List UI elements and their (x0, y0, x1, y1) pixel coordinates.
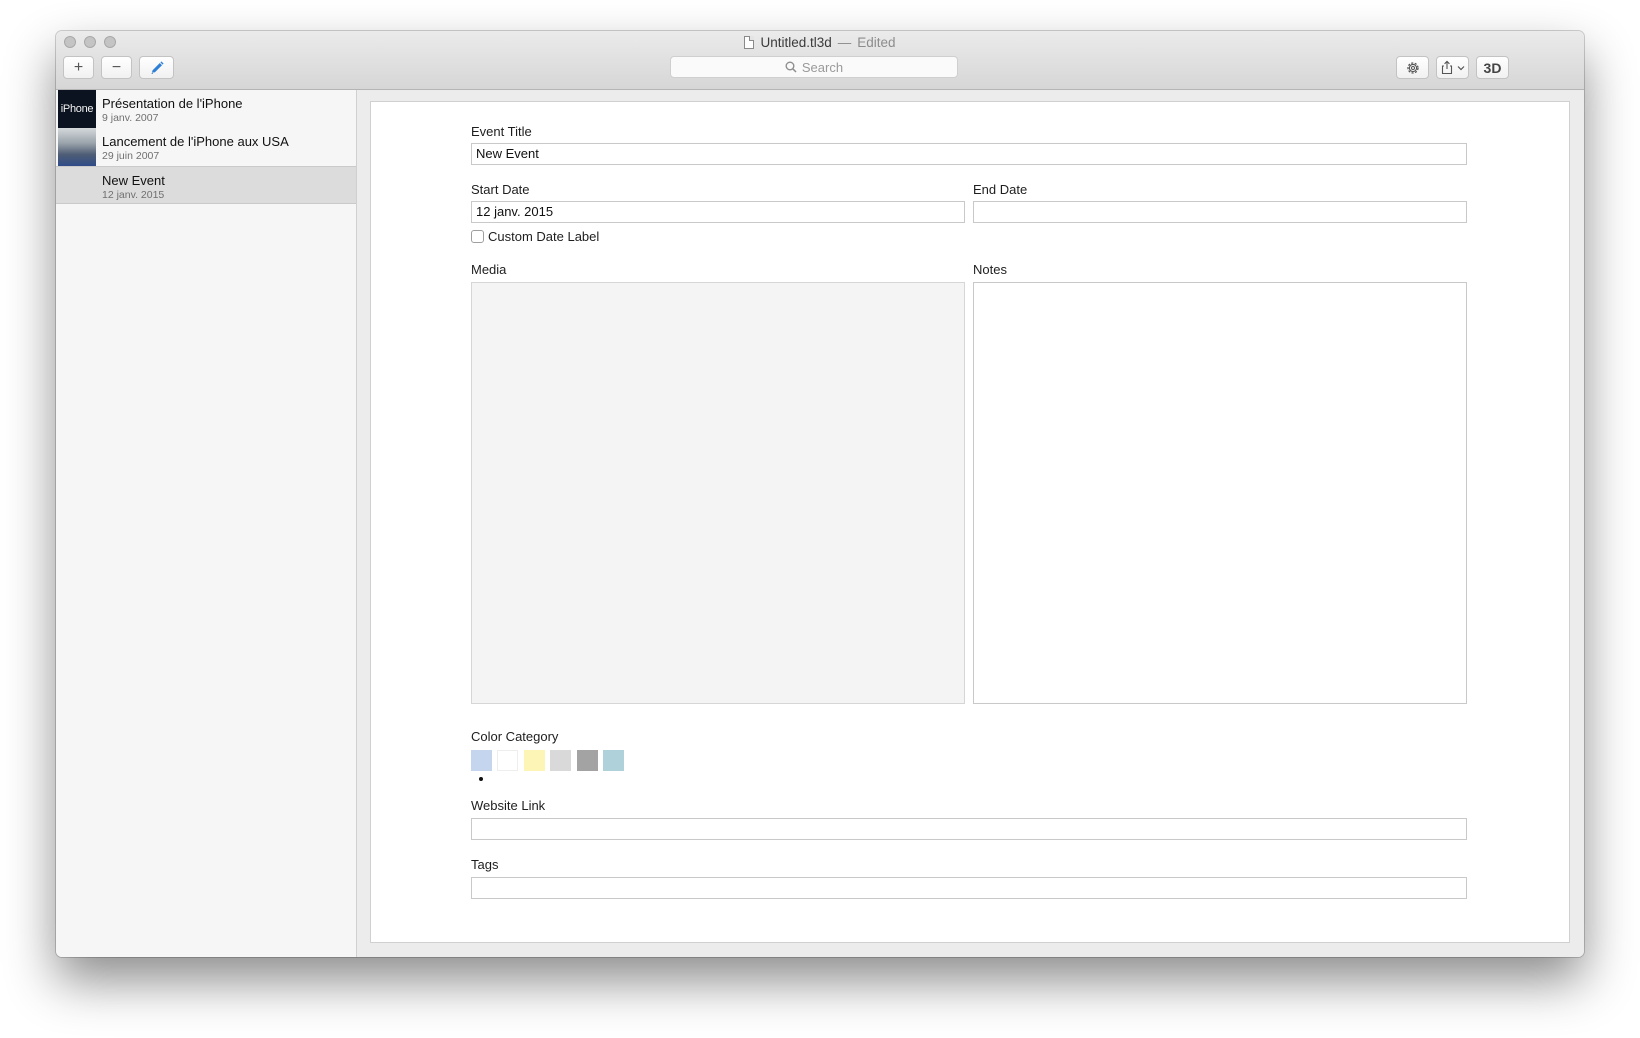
search-placeholder: Search (801, 59, 844, 75)
gear-icon (1406, 61, 1419, 74)
tags-field[interactable] (471, 877, 1467, 899)
document-name: Untitled.tl3d (760, 35, 832, 50)
custom-date-label: Custom Date Label (488, 229, 600, 244)
selected-color-indicator (479, 777, 483, 781)
media-label: Media (471, 262, 507, 277)
settings-button[interactable] (1396, 56, 1429, 79)
website-link-label: Website Link (471, 798, 546, 813)
color-swatch-teal[interactable] (603, 750, 624, 771)
event-list-item-selected[interactable]: New Event 12 janv. 2015 (56, 166, 356, 204)
plus-icon: + (73, 58, 84, 76)
event-item-date: 29 juin 2007 (102, 150, 160, 162)
share-icon (1441, 60, 1453, 75)
color-swatch-blue[interactable] (471, 750, 492, 771)
add-event-button[interactable]: + (63, 56, 94, 79)
event-title-field[interactable]: New Event (471, 143, 1467, 165)
title-bar: Untitled.tl3d — Edited + − Search 3D (56, 31, 1584, 90)
remove-event-button[interactable]: − (101, 56, 132, 79)
color-category-label: Color Category (471, 729, 559, 744)
event-title-label: Event Title (471, 124, 532, 139)
minus-icon: − (111, 58, 122, 76)
share-button[interactable] (1436, 56, 1469, 79)
chevron-down-icon (1457, 65, 1465, 70)
events-sidebar: iPhone Présentation de l'iPhone 9 janv. … (56, 90, 357, 957)
tags-label: Tags (471, 857, 499, 872)
color-swatch-white[interactable] (497, 750, 518, 771)
document-icon (744, 36, 755, 49)
event-thumbnail (58, 128, 96, 166)
event-item-date: 9 janv. 2007 (102, 112, 159, 124)
pencil-icon (151, 60, 164, 74)
event-list-item[interactable]: Lancement de l'iPhone aux USA 29 juin 20… (56, 128, 356, 166)
event-list-item[interactable]: iPhone Présentation de l'iPhone 9 janv. … (56, 90, 356, 128)
event-thumbnail: iPhone (58, 90, 96, 128)
thumbnail-text: iPhone (60, 103, 94, 115)
event-item-title: Lancement de l'iPhone aux USA (102, 134, 289, 149)
start-date-field[interactable]: 12 janv. 2015 (471, 201, 965, 223)
media-drop-area[interactable] (471, 282, 965, 704)
website-link-field[interactable] (471, 818, 1467, 840)
end-date-field[interactable] (973, 201, 1467, 223)
color-swatch-yellow[interactable] (524, 750, 545, 771)
event-item-title: New Event (102, 173, 165, 188)
event-item-date: 12 janv. 2015 (102, 189, 165, 201)
search-icon (785, 61, 797, 73)
event-item-title: Présentation de l'iPhone (102, 96, 243, 111)
edited-status: Edited (857, 35, 896, 50)
custom-date-checkbox[interactable] (471, 230, 484, 243)
event-form-panel: Event Title New Event Start Date 12 janv… (370, 101, 1570, 943)
notes-textarea[interactable] (973, 282, 1467, 704)
color-swatch-light-gray[interactable] (550, 750, 571, 771)
start-date-label: Start Date (471, 182, 530, 197)
3d-label: 3D (1483, 59, 1502, 76)
app-window: Untitled.tl3d — Edited + − Search 3D iPh… (56, 31, 1584, 957)
color-swatch-dark-gray[interactable] (577, 750, 598, 771)
event-detail-area: Event Title New Event Start Date 12 janv… (357, 90, 1584, 957)
search-field[interactable]: Search (670, 56, 958, 78)
edit-button[interactable] (139, 56, 174, 79)
edited-separator: — (837, 35, 852, 50)
end-date-label: End Date (973, 182, 1028, 197)
notes-label: Notes (973, 262, 1007, 277)
window-title: Untitled.tl3d — Edited (56, 35, 1584, 50)
3d-view-button[interactable]: 3D (1476, 56, 1509, 79)
